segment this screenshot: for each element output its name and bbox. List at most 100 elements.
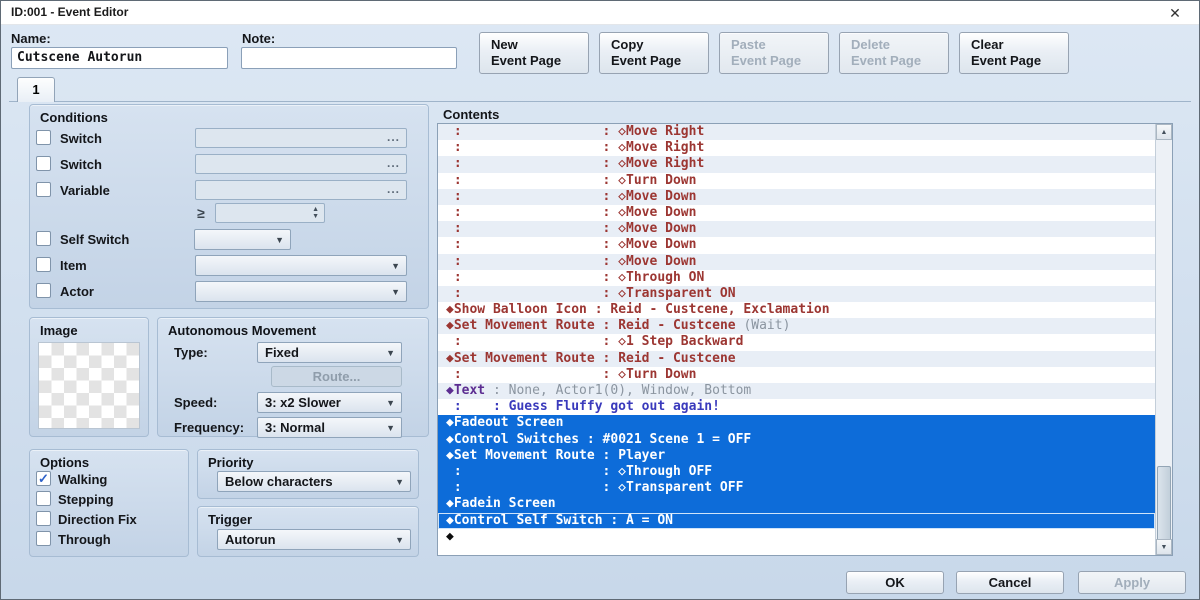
event-command-row[interactable]: : : ◇Move Down (438, 189, 1155, 205)
event-command-text: : : ◇Through ON (446, 270, 704, 285)
button-label: Event Page (971, 53, 1068, 69)
event-command-text: : Reid - Custcene (595, 318, 744, 333)
button-label: Clear (971, 37, 1068, 53)
event-command-row[interactable]: : : ◇Move Down (438, 221, 1155, 237)
priority-title: Priority (208, 455, 254, 470)
walking-label: Walking (58, 472, 107, 487)
movement-type-select[interactable]: Fixed▼ (257, 342, 402, 363)
trigger-select[interactable]: Autorun▼ (217, 529, 411, 550)
event-command-row[interactable]: ◆Show Balloon Icon : Reid - Custcene, Ex… (438, 302, 1155, 318)
event-command-row[interactable]: ◆Fadeout Screen (438, 415, 1155, 431)
select-value: 3: Normal (265, 420, 325, 435)
scroll-down-icon[interactable]: ▼ (1156, 539, 1172, 555)
switch1-field[interactable]: ... (195, 128, 407, 148)
note-input[interactable] (241, 47, 457, 69)
event-command-row[interactable]: ◆ (438, 529, 1155, 545)
event-command-row[interactable]: : : ◇Through OFF (438, 464, 1155, 480)
switch1-label: Switch (60, 131, 102, 146)
event-command-list: : : ◇Move Right : : ◇Move Right : : ◇Mov… (438, 124, 1155, 555)
chevron-down-icon: ▼ (391, 287, 400, 297)
event-command-row[interactable]: : : ◇Move Down (438, 237, 1155, 253)
event-command-row[interactable]: : : ◇1 Step Backward (438, 334, 1155, 350)
event-command-text: : : Guess Fluffy got out again! (446, 399, 720, 414)
event-command-text: : : ◇Move Right (446, 124, 704, 139)
direction-fix-checkbox[interactable] (36, 511, 51, 526)
event-command-row[interactable]: ◆Set Movement Route : Reid - Custcene (W… (438, 318, 1155, 334)
event-command-text: : : ◇Move Right (446, 156, 704, 171)
button-label: Event Page (851, 53, 948, 69)
event-command-row[interactable]: ◆Control Switches : #0021 Scene 1 = OFF (438, 432, 1155, 448)
tab-page-1[interactable]: 1 (17, 77, 55, 102)
movement-frequency-select[interactable]: 3: Normal▼ (257, 417, 402, 438)
event-command-row[interactable]: ◆Control Self Switch : A = ON (438, 513, 1155, 529)
close-icon[interactable]: ✕ (1161, 3, 1189, 23)
clear-event-page-button[interactable]: Clear Event Page (959, 32, 1069, 74)
event-graphic-preview[interactable] (38, 342, 140, 429)
priority-select[interactable]: Below characters▼ (217, 471, 411, 492)
event-command-text: ◆Show Balloon Icon (446, 302, 587, 317)
route-button[interactable]: Route... (271, 366, 402, 387)
event-command-text: (Wait) (743, 318, 790, 333)
cancel-button[interactable]: Cancel (956, 571, 1064, 594)
event-command-row[interactable]: ◆Text : None, Actor1(0), Window, Bottom (438, 383, 1155, 399)
event-command-text: : #0021 Scene 1 = OFF (579, 432, 751, 447)
switch2-field[interactable]: ... (195, 154, 407, 174)
movement-speed-select[interactable]: 3: x2 Slower▼ (257, 392, 402, 413)
switch2-checkbox[interactable] (36, 156, 51, 171)
event-command-row[interactable]: : : ◇Through ON (438, 270, 1155, 286)
actor-checkbox[interactable] (36, 283, 51, 298)
event-command-row[interactable]: : : ◇Move Down (438, 205, 1155, 221)
event-command-row[interactable]: : : ◇Move Down (438, 254, 1155, 270)
through-checkbox[interactable] (36, 531, 51, 546)
ok-button[interactable]: OK (846, 571, 944, 594)
title-bar[interactable]: ID:001 - Event Editor ✕ (1, 1, 1199, 25)
item-select[interactable]: ▼ (195, 255, 407, 276)
contents-list: : : ◇Move Right : : ◇Move Right : : ◇Mov… (437, 123, 1173, 556)
chevron-down-icon: ▼ (275, 235, 284, 245)
paste-event-page-button[interactable]: Paste Event Page (719, 32, 829, 74)
switch1-checkbox[interactable] (36, 130, 51, 145)
event-command-row[interactable]: ◆Set Movement Route : Player (438, 448, 1155, 464)
switch1-browse-button[interactable]: ... (387, 130, 400, 144)
stepping-checkbox[interactable] (36, 491, 51, 506)
event-command-row[interactable]: : : ◇Turn Down (438, 173, 1155, 189)
new-event-page-button[interactable]: New Event Page (479, 32, 589, 74)
event-command-row[interactable]: : : ◇Move Right (438, 140, 1155, 156)
vertical-scrollbar[interactable]: ▲ ▼ (1155, 124, 1172, 555)
apply-button[interactable]: Apply (1078, 571, 1186, 594)
switch2-browse-button[interactable]: ... (387, 156, 400, 170)
event-command-text: ◆ (446, 529, 454, 544)
scroll-up-icon[interactable]: ▲ (1156, 124, 1172, 140)
self-switch-checkbox[interactable] (36, 231, 51, 246)
event-command-text: : : ◇Transparent ON (446, 286, 736, 301)
event-command-text: : : ◇Move Down (446, 189, 696, 204)
autonomous-movement-panel: Autonomous Movement Type: Fixed▼ Route..… (157, 317, 429, 437)
event-command-row[interactable]: : : ◇Transparent ON (438, 286, 1155, 302)
select-value: Autorun (225, 532, 276, 547)
event-command-text: : : ◇Through OFF (446, 464, 712, 479)
copy-event-page-button[interactable]: Copy Event Page (599, 32, 709, 74)
variable-field[interactable]: ... (195, 180, 407, 200)
variable-checkbox[interactable] (36, 182, 51, 197)
event-command-row[interactable]: ◆Set Movement Route : Reid - Custcene (438, 351, 1155, 367)
spin-up-icon[interactable]: ▲ (312, 206, 319, 213)
name-input[interactable]: Cutscene Autorun (11, 47, 228, 69)
event-command-row[interactable]: : : ◇Move Right (438, 156, 1155, 172)
event-command-row[interactable]: : : ◇Transparent OFF (438, 480, 1155, 496)
actor-select[interactable]: ▼ (195, 281, 407, 302)
variable-browse-button[interactable]: ... (387, 182, 400, 196)
scrollbar-thumb[interactable] (1157, 466, 1171, 541)
item-checkbox[interactable] (36, 257, 51, 272)
button-label: Paste (731, 37, 828, 53)
self-switch-select[interactable]: ▼ (194, 229, 291, 250)
event-command-row[interactable]: : : ◇Turn Down (438, 367, 1155, 383)
delete-event-page-button[interactable]: Delete Event Page (839, 32, 949, 74)
walking-checkbox[interactable]: ✓ (36, 471, 51, 486)
event-command-row[interactable]: : : ◇Move Right (438, 124, 1155, 140)
spin-down-icon[interactable]: ▼ (312, 213, 319, 220)
event-command-text: : None, Actor1(0), Window, Bottom (485, 383, 751, 398)
event-command-row[interactable]: : : Guess Fluffy got out again! (438, 399, 1155, 415)
variable-amount-spinner[interactable]: ▲ ▼ (215, 203, 325, 223)
event-command-text: ◆Control Self Switch (446, 513, 603, 528)
event-command-row[interactable]: ◆Fadein Screen (438, 496, 1155, 512)
